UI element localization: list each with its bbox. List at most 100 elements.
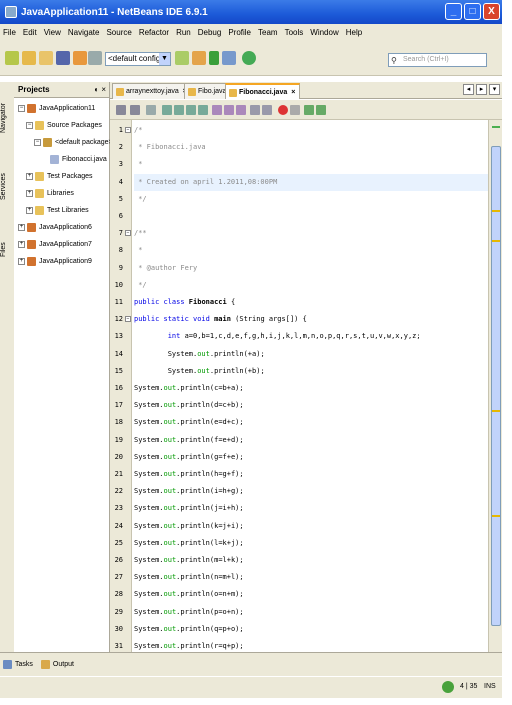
code-token: System.: [134, 418, 164, 427]
scroll-right-icon[interactable]: ▸: [476, 84, 487, 95]
minimize-button[interactable]: _: [445, 3, 462, 20]
collapse-icon[interactable]: −: [26, 121, 33, 129]
menu-item-debug[interactable]: Debug: [198, 28, 222, 37]
panel-controls[interactable]: ◐ ×: [94, 82, 106, 98]
menu-item-team[interactable]: Team: [258, 28, 278, 37]
uncomment-icon[interactable]: [316, 105, 326, 115]
debug-icon[interactable]: [222, 51, 236, 65]
coffee-cup-icon: [27, 256, 36, 266]
menu-item-profile[interactable]: Profile: [228, 28, 251, 37]
expand-icon[interactable]: +: [26, 189, 33, 197]
tree-node[interactable]: − JavaApplication11: [18, 100, 95, 116]
new-file-icon[interactable]: [5, 51, 19, 65]
toggle-bookmark-icon[interactable]: [236, 105, 246, 115]
warning-mark[interactable]: [492, 210, 500, 212]
fold-collapse-icon[interactable]: −: [125, 230, 131, 237]
scroll-left-icon[interactable]: ◂: [463, 84, 474, 95]
menu-item-run[interactable]: Run: [176, 28, 191, 37]
tree-node[interactable]: + JavaApplication6: [18, 219, 92, 235]
expand-icon[interactable]: +: [26, 206, 33, 214]
shift-left-icon[interactable]: [250, 105, 260, 115]
folder-icon: [35, 205, 44, 215]
tab-tasks[interactable]: Tasks: [3, 660, 33, 669]
code-line: System.out.println(d=c+b);: [134, 397, 244, 414]
tab-list-icon[interactable]: ▾: [489, 84, 500, 95]
menu-item-view[interactable]: View: [44, 28, 61, 37]
expand-icon[interactable]: +: [18, 223, 25, 231]
close-button[interactable]: X: [483, 3, 500, 20]
tab-output[interactable]: Output: [40, 660, 74, 669]
warning-mark[interactable]: [492, 515, 500, 517]
shift-right-icon[interactable]: [262, 105, 272, 115]
tree-node-label: JavaApplication11: [39, 104, 96, 112]
tree-node[interactable]: + Test Libraries: [26, 202, 89, 218]
warning-mark[interactable]: [492, 240, 500, 242]
code-token: * Fibonacci.java: [134, 143, 206, 152]
run-icon[interactable]: [209, 51, 219, 65]
code-token: out: [163, 642, 177, 650]
navigator-tab[interactable]: Navigator: [0, 88, 14, 148]
chevron-down-icon[interactable]: ▼: [159, 53, 170, 65]
comment-icon[interactable]: [304, 105, 314, 115]
find-icon[interactable]: [162, 105, 172, 115]
expand-icon[interactable]: +: [26, 172, 33, 180]
save-all-icon[interactable]: [56, 51, 70, 65]
profile-icon[interactable]: [242, 51, 256, 65]
tree-node[interactable]: Fibonacci.java: [50, 151, 107, 167]
open-project-icon[interactable]: [39, 51, 53, 65]
tab-fibonacci-java[interactable]: Fibonacci.java ×: [225, 83, 301, 99]
expand-icon[interactable]: +: [18, 240, 25, 248]
fold-collapse-icon[interactable]: −: [125, 127, 131, 133]
history-icon[interactable]: [130, 105, 140, 115]
next-bookmark-icon[interactable]: [224, 105, 234, 115]
toggle-highlight-icon[interactable]: [198, 105, 208, 115]
code-token: out: [163, 607, 177, 616]
clean-build-icon[interactable]: [192, 51, 206, 65]
warning-mark[interactable]: [492, 410, 500, 412]
back-icon[interactable]: [146, 105, 156, 115]
previous-bookmark-icon[interactable]: [212, 105, 222, 115]
menu-item-help[interactable]: Help: [346, 28, 362, 37]
new-project-icon[interactable]: [22, 51, 36, 65]
tree-node[interactable]: − Source Packages: [26, 117, 102, 133]
collapse-icon[interactable]: −: [34, 138, 41, 146]
menu-item-window[interactable]: Window: [310, 28, 338, 37]
code-token: main: [214, 315, 231, 324]
menu-item-navigate[interactable]: Navigate: [68, 28, 100, 37]
close-tab-icon[interactable]: ×: [291, 89, 295, 96]
tab-arraynexttoy-java[interactable]: arraynexttoy.java×: [112, 83, 192, 99]
tree-node[interactable]: + JavaApplication9: [18, 253, 92, 269]
undo-icon[interactable]: [73, 51, 87, 65]
search-input[interactable]: ⚲ Search (Ctrl+I): [388, 53, 487, 67]
menu-item-source[interactable]: Source: [106, 28, 131, 37]
config-value: <default config>: [108, 54, 165, 63]
line-number: 2: [118, 143, 123, 152]
menu-item-file[interactable]: File: [3, 28, 16, 37]
tree-node[interactable]: + Libraries: [26, 185, 74, 201]
maximize-button[interactable]: □: [464, 3, 481, 20]
code-line: System.out.println(o=n+m);: [134, 586, 244, 603]
code-token: .println(p=o+n);: [176, 607, 244, 616]
config-select[interactable]: <default config> ▼: [105, 52, 171, 66]
tree-node[interactable]: + JavaApplication7: [18, 236, 92, 252]
build-icon[interactable]: [175, 51, 189, 65]
fold-collapse-icon[interactable]: −: [125, 316, 131, 323]
stop-macro-icon[interactable]: [290, 105, 300, 115]
redo-icon[interactable]: [88, 51, 102, 65]
services-tab[interactable]: Services: [0, 162, 14, 212]
files-tab[interactable]: Files: [0, 232, 14, 268]
menu-item-tools[interactable]: Tools: [285, 28, 304, 37]
tree-node[interactable]: + Test Packages: [26, 168, 93, 184]
line-number: 15: [114, 366, 123, 375]
find-previous-icon[interactable]: [174, 105, 184, 115]
menu-item-refactor[interactable]: Refactor: [139, 28, 169, 37]
collapse-icon[interactable]: −: [18, 104, 25, 112]
tree-node[interactable]: − <default package>: [34, 134, 113, 150]
find-next-icon[interactable]: [186, 105, 196, 115]
expand-icon[interactable]: +: [18, 257, 25, 265]
code-editor[interactable]: /* * Fibonacci.java * * Created on april…: [134, 120, 488, 652]
menu-item-edit[interactable]: Edit: [23, 28, 37, 37]
start-macro-icon[interactable]: [278, 105, 288, 115]
source-view-icon[interactable]: [116, 105, 126, 115]
vertical-scrollbar[interactable]: [491, 146, 501, 626]
